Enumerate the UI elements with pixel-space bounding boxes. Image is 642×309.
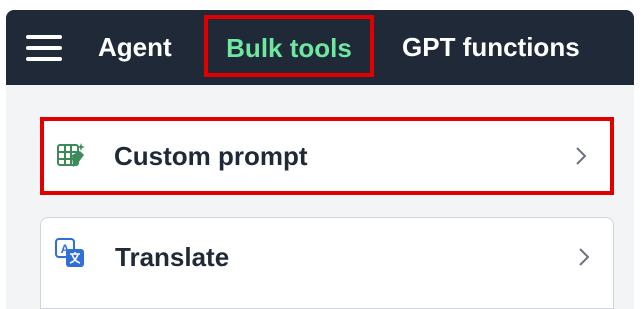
top-nav-bar: Agent Bulk tools GPT functions xyxy=(6,10,634,85)
tab-bulk-tools[interactable]: Bulk tools xyxy=(204,15,374,77)
tab-gpt-functions[interactable]: GPT functions xyxy=(402,10,580,85)
custom-prompt-item[interactable]: Custom prompt xyxy=(40,117,614,195)
tab-agent[interactable]: Agent xyxy=(98,10,172,85)
chevron-right-icon xyxy=(579,248,590,266)
translate-item[interactable]: A Translate xyxy=(40,217,614,309)
app-panel: Agent Bulk tools GPT functions Custom pr… xyxy=(6,10,634,309)
chevron-right-icon xyxy=(576,147,587,165)
custom-prompt-label: Custom prompt xyxy=(114,141,308,171)
table-sparkle-icon xyxy=(57,143,85,167)
hamburger-menu-icon[interactable] xyxy=(26,35,62,61)
translate-label: Translate xyxy=(115,242,230,272)
translate-icon: A xyxy=(55,238,84,267)
tools-list: Custom prompt A Translate xyxy=(6,85,634,309)
